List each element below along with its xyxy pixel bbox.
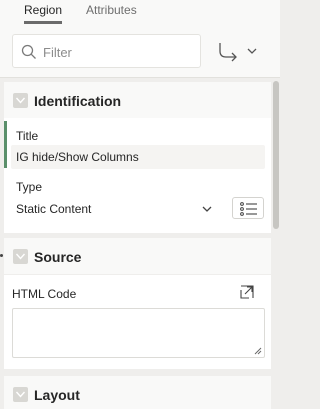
title-value: IG hide/Show Columns [16,150,139,164]
type-value: Static Content [16,202,92,216]
filter-field[interactable] [12,34,201,68]
chevron-down-icon [15,391,26,398]
list-of-values-button[interactable] [232,197,264,219]
resize-handle-icon[interactable] [254,347,262,355]
expand-icon [240,285,254,299]
list-icon [240,202,257,216]
section-header-source[interactable]: Source [4,238,271,274]
collapse-toggle[interactable] [13,249,28,264]
chevron-down-icon [202,206,212,212]
property-editor-toolbar [0,26,280,78]
chevron-down-icon [15,97,26,104]
property-editor-content: Identification Title IG hide/Show Column… [4,79,271,409]
collapse-toggle[interactable] [13,387,28,402]
title-field: Title IG hide/Show Columns [4,121,271,169]
section-title-source: Source [34,249,82,265]
type-select[interactable]: Static Content [11,198,222,220]
title-input[interactable]: IG hide/Show Columns [11,145,265,169]
scrollbar-thumb[interactable] [273,81,279,229]
expand-editor-button[interactable] [233,281,261,303]
section-header-identification[interactable]: Identification [4,82,271,118]
chevron-down-icon [247,48,257,54]
chevron-down-icon [15,253,26,260]
required-marker [4,121,7,168]
tab-region[interactable]: Region [24,2,63,24]
filter-input[interactable] [43,43,193,61]
go-to-group-button[interactable] [216,39,266,63]
go-to-group-icon [219,43,237,62]
edge-marker [0,254,3,257]
title-label: Title [16,129,39,143]
html-code-textarea[interactable] [12,308,265,358]
collapse-toggle[interactable] [13,93,28,108]
property-editor-tabs: Region Attributes [0,0,280,26]
scrollbar[interactable] [272,79,280,409]
html-code-label: HTML Code [12,287,77,301]
section-body-identification: Title IG hide/Show Columns Type Static C… [4,118,271,233]
section-title-identification: Identification [34,93,122,109]
type-label: Type [16,180,43,194]
search-icon [21,44,36,59]
section-header-layout[interactable]: Layout [4,376,271,409]
section-title-layout: Layout [34,387,80,403]
tab-attributes[interactable]: Attributes [86,2,137,24]
section-body-source: HTML Code [4,275,271,369]
